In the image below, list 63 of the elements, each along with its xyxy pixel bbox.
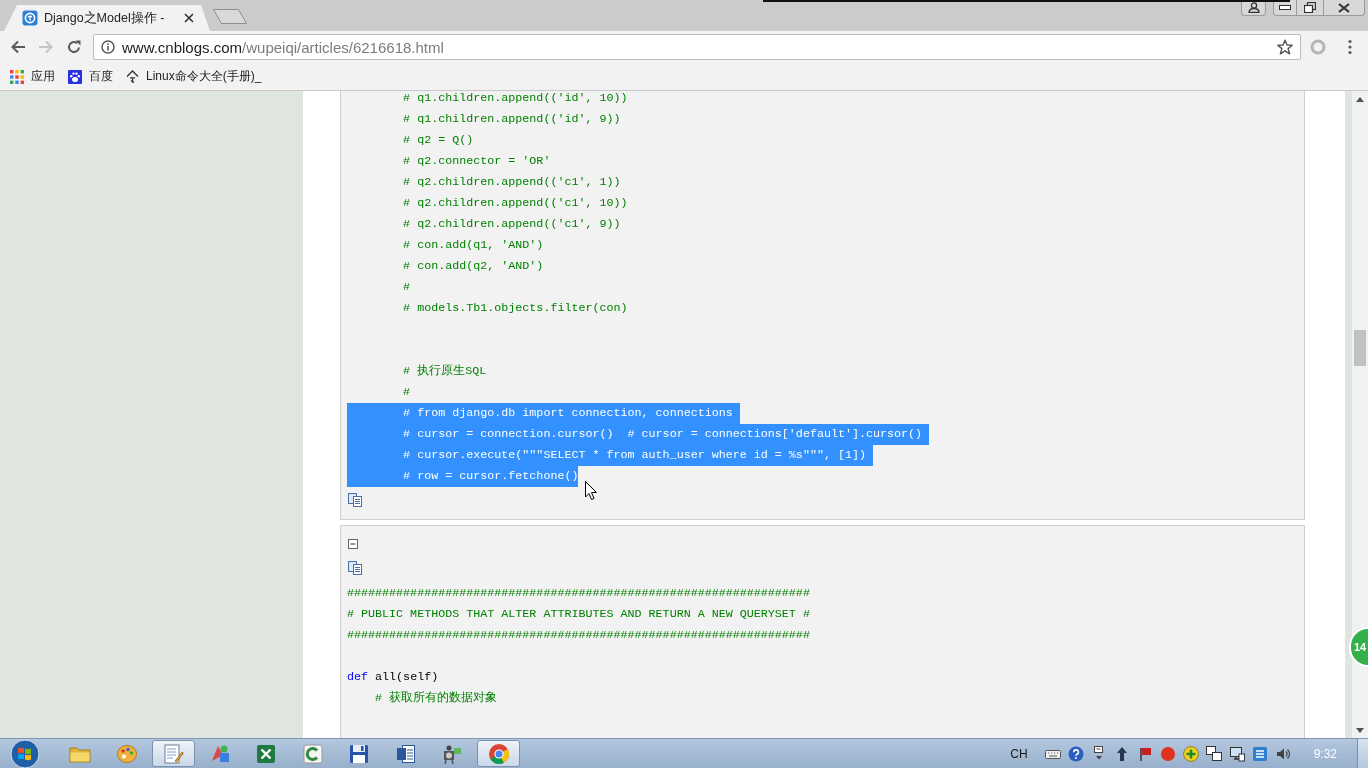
palette-icon[interactable] [115, 742, 138, 765]
code-line: # [403, 385, 411, 399]
triangle-up-icon[interactable] [1356, 96, 1364, 102]
code-line: # q1.children.append(('id', 10)) [403, 91, 628, 105]
input-language-indicator[interactable]: CH [1010, 746, 1028, 761]
bookmark-item[interactable]: Linux命令大全(手册)_ [126, 68, 262, 85]
code-line: # models.Tb1.objects.filter(con) [403, 301, 628, 315]
code-line: # q1.children.append(('id', 9)) [403, 112, 621, 126]
taskbar-button[interactable] [477, 740, 521, 767]
close-window-button[interactable] [1324, 0, 1365, 16]
code-line: # con.add(q2, 'AND') [403, 259, 544, 273]
bookmark-item[interactable]: 百度 [68, 68, 113, 85]
code-line: ################################################################## [347, 628, 810, 642]
code-line: def all(self) [347, 670, 439, 684]
paw-icon [68, 69, 82, 84]
document-icon[interactable] [394, 742, 417, 765]
code-line: ################################################################## [347, 586, 810, 600]
copy-icon[interactable] [348, 493, 362, 507]
info-icon[interactable] [101, 40, 115, 54]
person-icon [1247, 2, 1260, 13]
reload-icon[interactable] [66, 39, 82, 55]
code-line: # q2.children.append(('c1', 10)) [403, 196, 628, 210]
restore-icon [1304, 2, 1316, 13]
code-line: # PUBLIC METHODS THAT ALTER ATTRIBUTES AND RETURN A NEW QUERYSET # [347, 607, 810, 621]
mouse-pointer-icon [585, 481, 597, 500]
code-line: # q2.connector = 'OR' [403, 154, 551, 168]
code-line: # q2.children.append(('c1', 9)) [403, 217, 621, 231]
notepad-icon [162, 742, 185, 765]
minimize-icon [1279, 4, 1291, 11]
plus-circle-icon[interactable] [1182, 745, 1199, 762]
minimize-button[interactable] [1273, 0, 1297, 16]
spreadsheet-icon[interactable] [255, 742, 278, 765]
code-line: # q2 = Q() [403, 133, 474, 147]
monitor-icon[interactable] [1228, 745, 1245, 762]
circle-logo-icon [487, 742, 510, 765]
restore-button[interactable] [1297, 0, 1324, 16]
star-icon[interactable] [1277, 39, 1293, 55]
collapse-icon[interactable] [348, 539, 358, 549]
circle-icon[interactable] [1159, 745, 1176, 762]
copy-icon[interactable] [348, 561, 362, 575]
close-icon[interactable] [184, 13, 194, 23]
address-field[interactable]: www.cnblogs.com/wupeiqi/articles/6216618.html [93, 34, 1301, 60]
code-line: # 执行原生SQL [403, 364, 487, 378]
help-icon[interactable] [1067, 745, 1084, 762]
apps-grid-icon [10, 69, 24, 84]
taskbar-button[interactable] [151, 740, 195, 767]
browser-tab[interactable]: Django之Model操作 - [4, 5, 210, 31]
list-tile-icon[interactable] [1251, 745, 1268, 762]
tab-favicon-icon [22, 10, 38, 26]
code-line: # [403, 280, 411, 294]
windows-icon[interactable] [1205, 745, 1222, 762]
close-icon [1337, 2, 1351, 13]
code-line: # q2.children.append(('c1', 1)) [403, 175, 621, 189]
back-arrow-icon[interactable] [10, 39, 26, 55]
menu-icon[interactable] [1348, 39, 1352, 55]
code-line: # 获取所有的数据对象 [375, 691, 498, 705]
arc-tile-icon[interactable] [301, 742, 324, 765]
triangle-down-icon[interactable] [1356, 727, 1364, 733]
site-favicon-icon [126, 69, 139, 84]
start-button[interactable] [8, 738, 42, 768]
code-line: # con.add(q1, 'AND') [403, 238, 544, 252]
scrollbar-thumb[interactable] [1354, 330, 1366, 366]
bookmark-item[interactable]: 应用 [10, 68, 55, 85]
